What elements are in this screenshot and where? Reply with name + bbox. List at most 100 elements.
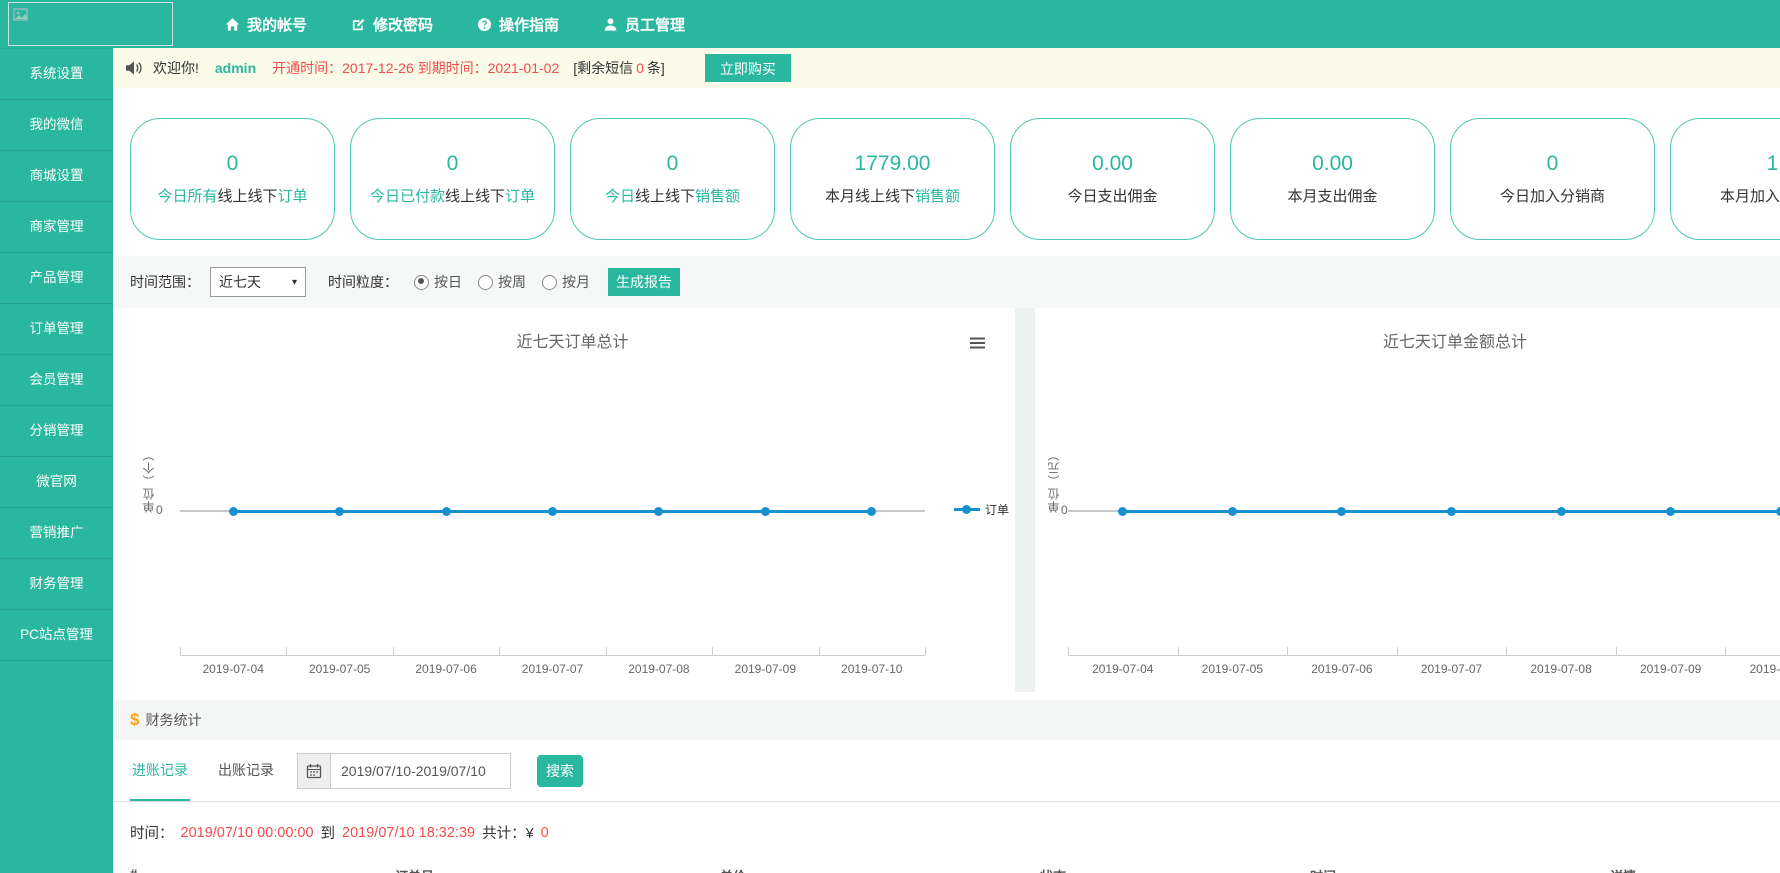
data-point-dot [335, 507, 344, 516]
x-axis-tick [1287, 647, 1288, 655]
buy-now-button[interactable]: 立即购买 [705, 54, 791, 82]
x-axis-tick [1506, 647, 1507, 655]
table-header-cell: 订单号 [395, 866, 434, 873]
y-axis-tick: 0 [1061, 503, 1068, 517]
table-header-cell: 状态 [1040, 866, 1066, 873]
radio-option-1[interactable]: 按日 [414, 272, 462, 292]
sidebar-item-10[interactable]: 营销推广 [0, 508, 113, 559]
sidebar-item-9[interactable]: 微官网 [0, 457, 113, 508]
summary-end-time: 2019/07/10 18:32:39 [342, 825, 475, 841]
stat-card-label-segment: 今日 [605, 188, 635, 205]
summary-total-label: 共计：¥ [482, 822, 534, 843]
x-axis-label: 2019-07-05 [295, 662, 385, 676]
sidebar: 系统设置我的微信商城设置商家管理产品管理订单管理会员管理分销管理微官网营销推广财… [0, 48, 113, 873]
summary-start-time: 2019/07/10 00:00:00 [181, 825, 314, 841]
sidebar-item-4[interactable]: 商家管理 [0, 202, 113, 253]
data-point-dot [1337, 507, 1346, 516]
stat-card-value: 0.00 [1092, 152, 1133, 176]
nav-item-1[interactable]: 我的帐号 [225, 14, 307, 35]
data-point-dot [1118, 507, 1127, 516]
legend-line-dot-icon [954, 505, 980, 514]
x-axis-label: 2019-07-10 [827, 662, 917, 676]
legend-label: 订单 [985, 501, 1009, 518]
x-axis-tick [286, 647, 287, 655]
radio-label: 按日 [434, 272, 462, 292]
nav-item-4[interactable]: 员工管理 [603, 14, 685, 35]
stat-card-2: 0今日已付款线上线下订单 [350, 118, 555, 240]
chevron-down-icon: ▾ [292, 277, 297, 288]
sidebar-item-11[interactable]: 财务管理 [0, 559, 113, 610]
sidebar-item-3[interactable]: 商城设置 [0, 151, 113, 202]
x-axis-label: 2019-07-06 [1297, 662, 1387, 676]
sidebar-item-6[interactable]: 订单管理 [0, 304, 113, 355]
table-header-cell: 单价 [720, 866, 746, 873]
chart-title: 近七天订单金额总计 [1035, 328, 1780, 352]
sidebar-item-2[interactable]: 我的微信 [0, 100, 113, 151]
sidebar-item-12[interactable]: PC站点管理 [0, 610, 113, 661]
sidebar-item-8[interactable]: 分销管理 [0, 406, 113, 457]
radio-circle-icon[interactable] [542, 275, 557, 290]
stat-card-label: 今日支出佣金 [1067, 185, 1157, 206]
data-point-dot [1776, 507, 1780, 516]
summary-prefix: 时间： [130, 822, 174, 843]
date-range-input[interactable] [331, 753, 511, 789]
data-point-dot [867, 507, 876, 516]
sidebar-item-7[interactable]: 会员管理 [0, 355, 113, 406]
calendar-icon[interactable] [297, 753, 331, 789]
x-axis-label: 2019-07-10 [1735, 662, 1780, 676]
tab-2[interactable]: 出账记录 [216, 740, 276, 801]
edit-icon [351, 17, 366, 32]
x-axis-tick [180, 647, 181, 655]
staff-icon [603, 17, 618, 32]
x-axis-tick [1068, 647, 1069, 655]
top-nav: 我的帐号 修改密码 操作指南 员工管理 [225, 0, 685, 48]
tab-1[interactable]: 进账记录 [130, 740, 190, 801]
finance-section-title: 财务统计 [145, 710, 201, 730]
chart-legend[interactable]: 订单 [954, 501, 1009, 518]
stat-card-label-segment: 本月加入分销商 [1720, 188, 1780, 205]
chart-menu-icon[interactable] [970, 336, 985, 354]
x-axis-tick [925, 647, 926, 655]
stat-card-8: 1本月加入分销商 [1670, 118, 1780, 240]
granularity-radios: 按日 按周 按月 [398, 272, 590, 292]
radio-circle-icon[interactable] [414, 275, 429, 290]
search-button[interactable]: 搜索 [537, 755, 583, 787]
stat-card-label-segment: 本月 [825, 188, 855, 205]
nav-item-2[interactable]: 修改密码 [351, 14, 433, 35]
stat-card-label-segment: 线上线下 [217, 188, 277, 205]
username: admin [215, 60, 256, 76]
stat-card-label: 本月线上线下销售额 [825, 185, 960, 206]
time-range-select[interactable]: 近七天 ▾ [210, 267, 306, 297]
finance-summary: 时间： 2019/07/10 00:00:00 到 2019/07/10 18:… [130, 822, 549, 843]
date-range-group [297, 753, 511, 789]
table-header-cell: 时间 [1310, 866, 1336, 873]
nav-item-3[interactable]: 操作指南 [477, 14, 559, 35]
radio-circle-icon[interactable] [478, 275, 493, 290]
stat-card-value: 1779.00 [855, 152, 931, 176]
sidebar-item-5[interactable]: 产品管理 [0, 253, 113, 304]
data-point-dot [1447, 507, 1456, 516]
stat-card-4: 1779.00 本月线上线下销售额 [790, 118, 995, 240]
dollar-icon: $ [130, 710, 139, 730]
radio-option-2[interactable]: 按周 [478, 272, 526, 292]
stat-card-label: 本月支出佣金 [1287, 185, 1377, 206]
radio-label: 按月 [562, 272, 590, 292]
stat-card-label-segment: 线上线下 [855, 188, 915, 205]
x-axis-label: 2019-07-04 [188, 662, 278, 676]
nav-item-label: 修改密码 [373, 14, 433, 35]
stat-card-label-segment: 订单 [505, 188, 535, 205]
sidebar-item-1[interactable]: 系统设置 [0, 48, 113, 100]
stat-card-label: 本月加入分销商 [1720, 185, 1780, 206]
stat-card-value: 0 [227, 152, 239, 176]
radio-option-3[interactable]: 按月 [542, 272, 590, 292]
stat-card-7: 0今日加入分销商 [1450, 118, 1655, 240]
radio-label: 按周 [498, 272, 526, 292]
stat-card-3: 0今日线上线下销售额 [570, 118, 775, 240]
time-range-label: 时间范围： [130, 272, 200, 292]
table-header-cell: # [130, 866, 137, 873]
stat-card-label-segment: 今日加入分销商 [1500, 188, 1605, 205]
x-axis-tick [606, 647, 607, 655]
stat-card-label: 今日所有线上线下订单 [157, 185, 307, 206]
generate-report-button[interactable]: 生成报告 [608, 268, 680, 296]
x-axis-label: 2019-07-07 [1407, 662, 1497, 676]
